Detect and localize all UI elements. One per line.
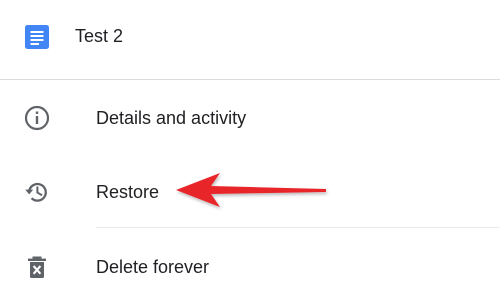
menu-item-restore[interactable]: Restore [0, 154, 500, 228]
history-icon [25, 182, 47, 202]
google-docs-icon [25, 25, 49, 49]
header: Test 2 [0, 0, 500, 79]
document-title: Test 2 [75, 26, 124, 46]
menu-item-details-and-activity[interactable]: Details and activity [0, 80, 500, 154]
menu-item-label: Delete forever [96, 257, 210, 277]
menu-item-delete-forever[interactable]: Delete forever [0, 229, 500, 303]
trash-icon [28, 256, 46, 278]
menu-item-label: Restore [96, 182, 160, 202]
menu-divider [96, 227, 500, 228]
menu-item-label: Details and activity [96, 108, 247, 128]
info-icon [24, 105, 50, 131]
